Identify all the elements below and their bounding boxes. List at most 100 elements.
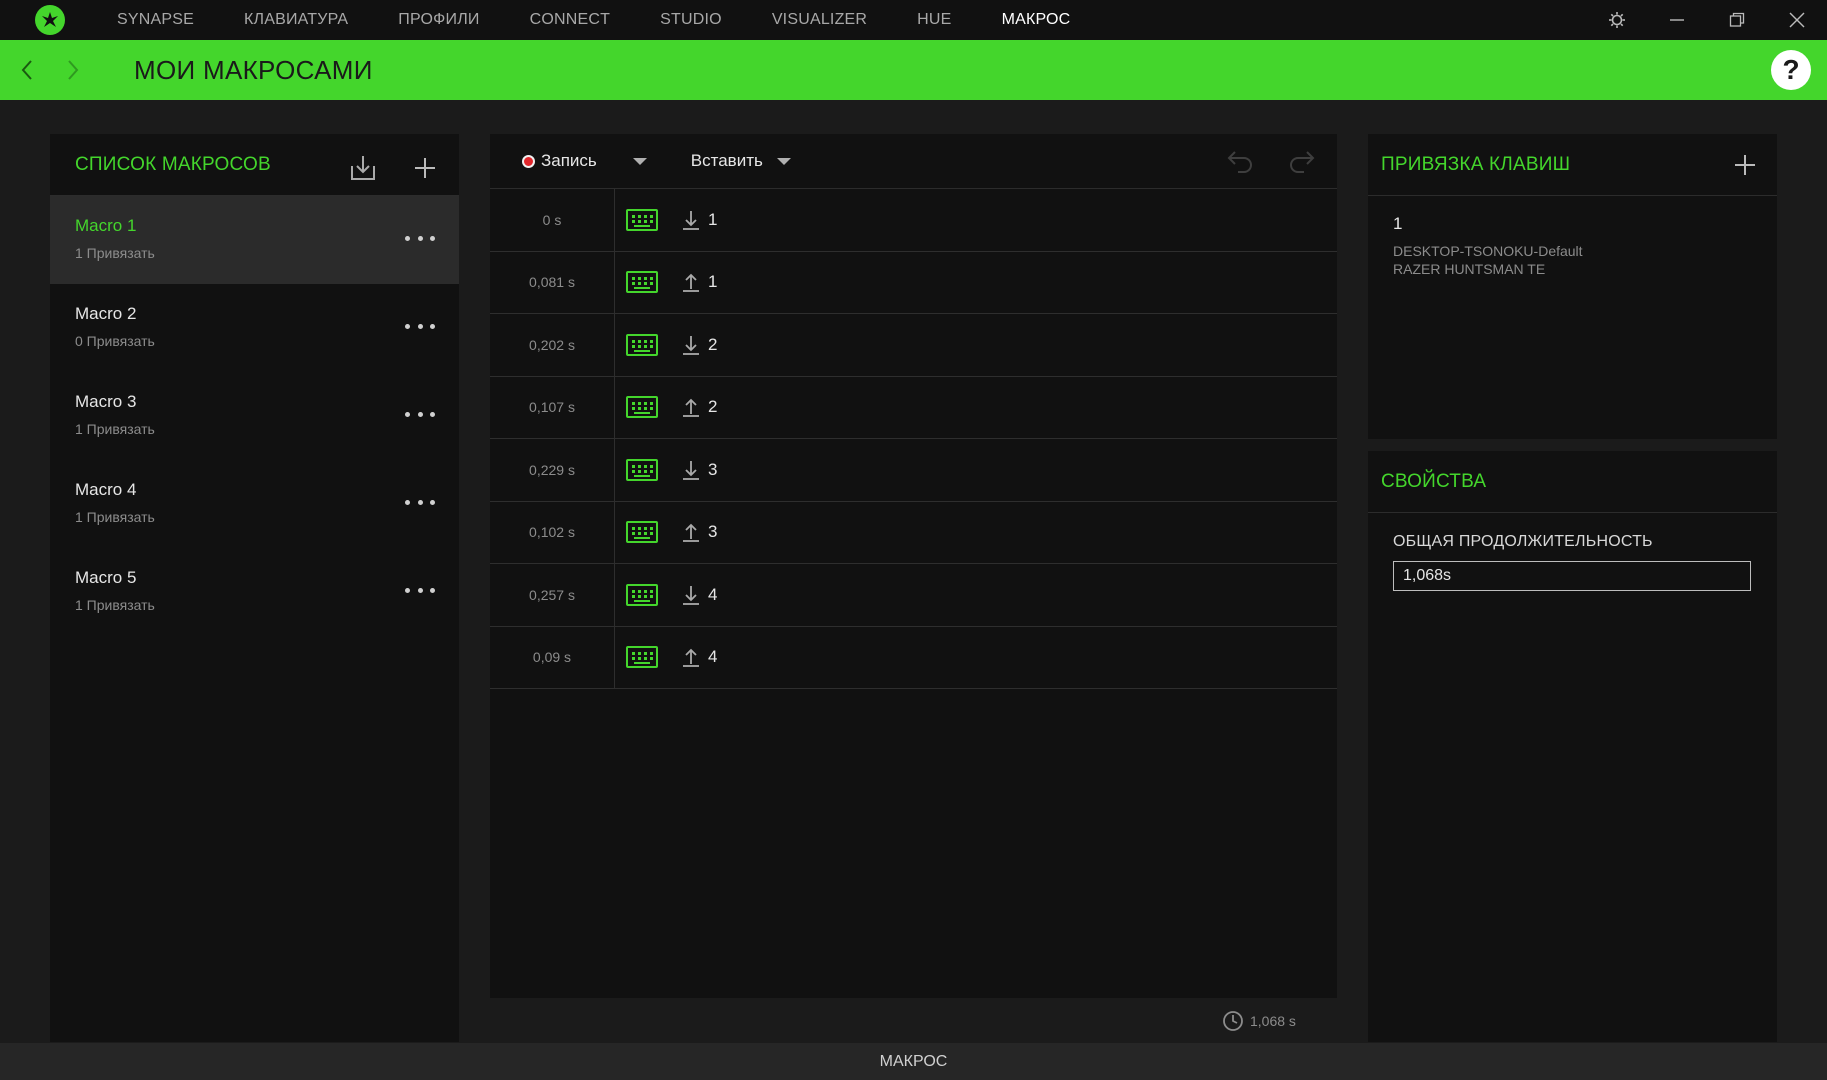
device-label-bar: МАКРОС xyxy=(0,1043,1827,1080)
insert-label: Вставить xyxy=(690,151,763,170)
more-options-icon[interactable] xyxy=(405,492,435,512)
import-icon[interactable] xyxy=(347,152,379,184)
more-options-icon[interactable] xyxy=(405,228,435,248)
macro-name: Macro 2 xyxy=(75,304,137,323)
key-press-icon xyxy=(680,208,702,232)
page-header: МОИ МАКРОСАМИ ? xyxy=(0,40,1827,100)
key-binding-title: ПРИВЯЗКА КЛАВИШ xyxy=(1381,153,1571,175)
keyboard-icon xyxy=(626,458,658,481)
help-icon[interactable]: ? xyxy=(1771,50,1811,90)
step-delay[interactable]: 0,09 s xyxy=(490,626,615,689)
binding-profile: DESKTOP-TSONOKU-Default xyxy=(1393,243,1583,259)
step-delay[interactable]: 0,081 s xyxy=(490,251,615,314)
key-release-icon xyxy=(680,395,702,419)
keyboard-icon xyxy=(626,396,658,419)
tab-macro[interactable]: МАКРОС xyxy=(1002,11,1071,29)
properties-panel: СВОЙСТВА ОБЩАЯ ПРОДОЛЖИТЕЛЬНОСТЬ xyxy=(1368,451,1777,1042)
macro-binding-count: 1 Привязать xyxy=(75,245,155,261)
key-press-icon xyxy=(680,458,702,482)
macro-step-row[interactable]: 0,107 s 2 xyxy=(490,376,1337,439)
macro-step-row[interactable]: 0,09 s 4 xyxy=(490,626,1337,689)
insert-button[interactable]: Вставить xyxy=(691,151,791,171)
main-nav: SYNAPSE КЛАВИАТУРА ПРОФИЛИ CONNECT STUDI… xyxy=(117,0,1120,40)
macro-name: Macro 3 xyxy=(75,392,137,411)
macro-list-item[interactable]: Macro 2 0 Привязать xyxy=(50,284,459,372)
key-binding-entry[interactable]: 1 DESKTOP-TSONOKU-Default RAZER HUNTSMAN… xyxy=(1368,196,1777,278)
macro-list-header: СПИСОК МАКРОСОВ xyxy=(50,134,459,196)
macro-step-row[interactable]: 0,229 s 3 xyxy=(490,438,1337,502)
macro-step-row[interactable]: 0,202 s 2 xyxy=(490,313,1337,377)
tab-profiles[interactable]: ПРОФИЛИ xyxy=(398,11,479,29)
tab-studio[interactable]: STUDIO xyxy=(660,11,722,29)
macro-name: Macro 1 xyxy=(75,216,137,235)
keyboard-icon xyxy=(626,646,658,669)
step-delay[interactable]: 0,229 s xyxy=(490,438,615,501)
step-delay[interactable]: 0,107 s xyxy=(490,376,615,439)
settings-gear-icon[interactable] xyxy=(1587,0,1647,40)
step-key: 1 xyxy=(708,209,718,229)
macro-step-row[interactable]: 0,257 s 4 xyxy=(490,563,1337,627)
macro-list-item[interactable]: Macro 4 1 Привязать xyxy=(50,460,459,548)
editor-toolbar: Запись Вставить xyxy=(490,134,1337,189)
close-icon[interactable] xyxy=(1767,0,1827,40)
step-key: 3 xyxy=(708,459,718,479)
add-macro-icon[interactable] xyxy=(409,152,441,184)
properties-title: СВОЙСТВА xyxy=(1381,470,1487,492)
tab-hue[interactable]: HUE xyxy=(917,11,951,29)
back-arrow-icon[interactable] xyxy=(4,40,50,100)
total-duration-label: ОБЩАЯ ПРОДОЛЖИТЕЛЬНОСТЬ xyxy=(1393,533,1653,550)
macro-list-item[interactable]: Macro 3 1 Привязать xyxy=(50,372,459,460)
macro-binding-count: 1 Привязать xyxy=(75,509,155,525)
record-button[interactable]: Запись xyxy=(522,151,597,171)
more-options-icon[interactable] xyxy=(405,580,435,600)
record-options-dropdown-icon[interactable] xyxy=(632,157,647,165)
macro-name: Macro 4 xyxy=(75,480,137,499)
key-binding-header: ПРИВЯЗКА КЛАВИШ xyxy=(1368,134,1777,196)
key-release-icon xyxy=(680,270,702,294)
redo-icon[interactable] xyxy=(1285,144,1321,178)
undo-icon[interactable] xyxy=(1221,144,1257,178)
macro-step-row[interactable]: 0,081 s 1 xyxy=(490,251,1337,314)
total-duration-field[interactable] xyxy=(1393,561,1751,591)
more-options-icon[interactable] xyxy=(405,404,435,424)
keyboard-icon xyxy=(626,521,658,544)
step-delay[interactable]: 0,257 s xyxy=(490,563,615,626)
page-title: МОИ МАКРОСАМИ xyxy=(134,54,373,85)
step-key: 2 xyxy=(708,334,718,354)
key-press-icon xyxy=(680,583,702,607)
macro-step-row[interactable]: 0,102 s 3 xyxy=(490,501,1337,564)
binding-device: RAZER HUNTSMAN TE xyxy=(1393,261,1546,277)
tab-visualizer[interactable]: VISUALIZER xyxy=(772,11,867,29)
step-delay[interactable]: 0,202 s xyxy=(490,313,615,376)
minimize-icon[interactable] xyxy=(1647,0,1707,40)
record-dot-icon xyxy=(522,154,535,168)
keyboard-icon xyxy=(626,583,658,606)
device-label: МАКРОС xyxy=(879,1052,948,1070)
insert-dropdown-icon[interactable] xyxy=(776,157,791,165)
keyboard-icon xyxy=(626,271,658,294)
macro-list-panel: СПИСОК МАКРОСОВ Macro 1 1 Привязать Macr… xyxy=(50,134,459,1042)
title-bar: SYNAPSE КЛАВИАТУРА ПРОФИЛИ CONNECT STUDI… xyxy=(0,0,1827,40)
window-controls xyxy=(1587,0,1827,40)
add-binding-icon[interactable] xyxy=(1729,149,1761,181)
macro-step-row[interactable]: 0 s 1 xyxy=(490,188,1337,252)
step-delay[interactable]: 0 s xyxy=(490,188,615,251)
macro-binding-count: 1 Привязать xyxy=(75,597,155,613)
macro-list-item[interactable]: Macro 1 1 Привязать xyxy=(50,196,459,284)
macro-editor-panel: Запись Вставить 0 s 1 0,081 s 1 0,202 s 2 0,10… xyxy=(490,134,1337,998)
macro-list-item[interactable]: Macro 5 1 Привязать xyxy=(50,548,459,636)
total-duration-readout: 1,068 s xyxy=(1222,1010,1296,1032)
more-options-icon[interactable] xyxy=(405,316,435,336)
razer-logo-icon[interactable] xyxy=(35,5,65,35)
tab-keyboard[interactable]: КЛАВИАТУРА xyxy=(244,11,348,29)
tab-connect[interactable]: CONNECT xyxy=(530,11,611,29)
step-delay[interactable]: 0,102 s xyxy=(490,501,615,564)
macro-list-title: СПИСОК МАКРОСОВ xyxy=(75,153,271,175)
maximize-icon[interactable] xyxy=(1707,0,1767,40)
tab-synapse[interactable]: SYNAPSE xyxy=(117,11,194,29)
forward-arrow-icon[interactable] xyxy=(50,40,96,100)
step-key: 4 xyxy=(708,584,718,604)
macro-binding-count: 0 Привязать xyxy=(75,333,155,349)
key-release-icon xyxy=(680,520,702,544)
macro-steps-list: 0 s 1 0,081 s 1 0,202 s 2 0,107 s 2 0,229 s 3 0,10… xyxy=(490,188,1337,689)
